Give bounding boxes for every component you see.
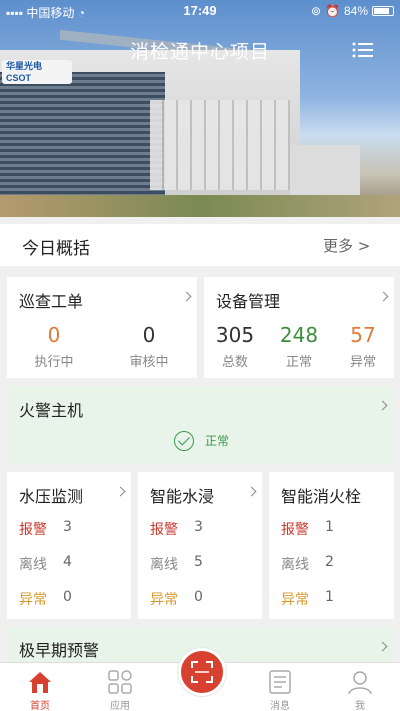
brand-sub: CSOT bbox=[6, 73, 32, 83]
offline-value: 4 bbox=[63, 554, 72, 570]
more-link[interactable]: 更多 > bbox=[323, 235, 370, 256]
module-title: 智能水浸 bbox=[150, 487, 215, 506]
ground bbox=[0, 195, 400, 217]
executing-count: 0 bbox=[47, 323, 61, 347]
alarm-value: 3 bbox=[63, 519, 72, 535]
abnormal-value: 0 bbox=[194, 589, 203, 605]
fire-host-card[interactable]: 火警主机 正常 bbox=[7, 386, 394, 464]
menu-icon[interactable] bbox=[352, 41, 374, 59]
chevron-right-icon bbox=[246, 486, 257, 497]
tab-me-label: 我 bbox=[355, 701, 365, 711]
offline-label: 离线 bbox=[19, 557, 47, 573]
executing-label: 执行中 bbox=[34, 355, 74, 370]
abnormal-label: 异常 bbox=[281, 592, 309, 608]
chevron-right-icon bbox=[377, 641, 388, 652]
offline-value: 2 bbox=[325, 554, 334, 570]
equipment-title: 设备管理 bbox=[216, 292, 281, 311]
normal-label: 正常 bbox=[285, 355, 312, 370]
building-glass bbox=[0, 72, 165, 200]
alarm-value: 1 bbox=[325, 519, 334, 535]
reviewing-label: 审核中 bbox=[129, 355, 169, 370]
offline-value: 5 bbox=[194, 554, 203, 570]
chevron-right-icon bbox=[115, 486, 126, 497]
battery-icon bbox=[372, 6, 394, 16]
alarm-label: 报警 bbox=[150, 522, 178, 538]
battery-label: 84% bbox=[343, 4, 368, 18]
abnormal-count: 57 bbox=[350, 323, 376, 347]
scan-button[interactable] bbox=[178, 648, 226, 696]
alarm-icon: ⏰ bbox=[325, 4, 340, 18]
message-icon bbox=[269, 670, 291, 694]
offline-label: 离线 bbox=[150, 557, 178, 573]
tab-messages-label: 消息 bbox=[270, 701, 290, 711]
chevron-right-icon bbox=[181, 291, 192, 302]
status-bar: ▪▪▪▪ 中国移动 ◔ 17:49 ⊚ ⏰ 84% bbox=[0, 0, 400, 22]
tab-home[interactable]: 首页 bbox=[0, 663, 80, 711]
inspection-title: 巡查工单 bbox=[19, 292, 84, 311]
tab-apps[interactable]: 应用 bbox=[80, 663, 160, 711]
abnormal-value: 1 bbox=[325, 589, 334, 605]
chevron-right-icon bbox=[378, 291, 389, 302]
fire-hydrant-card[interactable]: 智能消火栓 报警 1 离线 2 异常 1 bbox=[269, 472, 394, 619]
building-annex bbox=[290, 145, 360, 195]
inspection-card[interactable]: 巡查工单 0 执行中 0 审核中 bbox=[7, 277, 197, 378]
reviewing-count: 0 bbox=[142, 323, 156, 347]
fire-host-status: 正常 bbox=[205, 434, 230, 448]
equipment-card[interactable]: 设备管理 305 总数 248 正常 57 异常 bbox=[204, 277, 394, 378]
abnormal-label: 异常 bbox=[349, 355, 376, 370]
scan-icon bbox=[191, 661, 213, 683]
tab-me[interactable]: 我 bbox=[320, 663, 400, 711]
apps-icon bbox=[108, 670, 132, 694]
normal-count: 248 bbox=[279, 323, 319, 347]
water-pressure-card[interactable]: 水压监测 报警 3 离线 4 异常 0 bbox=[7, 472, 131, 619]
abnormal-label: 异常 bbox=[150, 592, 178, 608]
chevron-right-icon bbox=[377, 400, 388, 411]
overview-row[interactable]: 今日概括 更多 > bbox=[0, 224, 400, 266]
user-icon bbox=[348, 671, 372, 695]
tab-apps-label: 应用 bbox=[110, 701, 130, 711]
alarm-label: 报警 bbox=[281, 522, 309, 538]
lock-rotation-icon: ⊚ bbox=[310, 4, 322, 18]
early-warning-title: 极早期预警 bbox=[19, 641, 100, 660]
offline-label: 离线 bbox=[281, 557, 309, 573]
fire-host-title: 火警主机 bbox=[19, 401, 84, 420]
total-label: 总数 bbox=[221, 355, 248, 370]
total-count: 305 bbox=[215, 323, 255, 347]
alarm-label: 报警 bbox=[19, 522, 47, 538]
module-title: 智能消火栓 bbox=[281, 487, 362, 506]
water-immersion-card[interactable]: 智能水浸 报警 3 离线 5 异常 0 bbox=[138, 472, 262, 619]
status-right: ⊚ ⏰ 84% bbox=[311, 4, 394, 18]
page-title: 消检通中心项目 bbox=[129, 41, 270, 63]
home-icon bbox=[29, 672, 51, 693]
module-title: 水压监测 bbox=[19, 487, 84, 506]
building-facade bbox=[150, 100, 290, 190]
hero-banner: 华星光电 CSOT bbox=[0, 0, 400, 217]
tab-messages[interactable]: 消息 bbox=[240, 663, 320, 711]
overview-title: 今日概括 bbox=[22, 239, 90, 259]
tab-home-label: 首页 bbox=[30, 701, 50, 711]
abnormal-value: 0 bbox=[63, 589, 72, 605]
check-circle-icon bbox=[174, 431, 194, 451]
alarm-value: 3 bbox=[194, 519, 203, 535]
abnormal-label: 异常 bbox=[19, 592, 47, 608]
